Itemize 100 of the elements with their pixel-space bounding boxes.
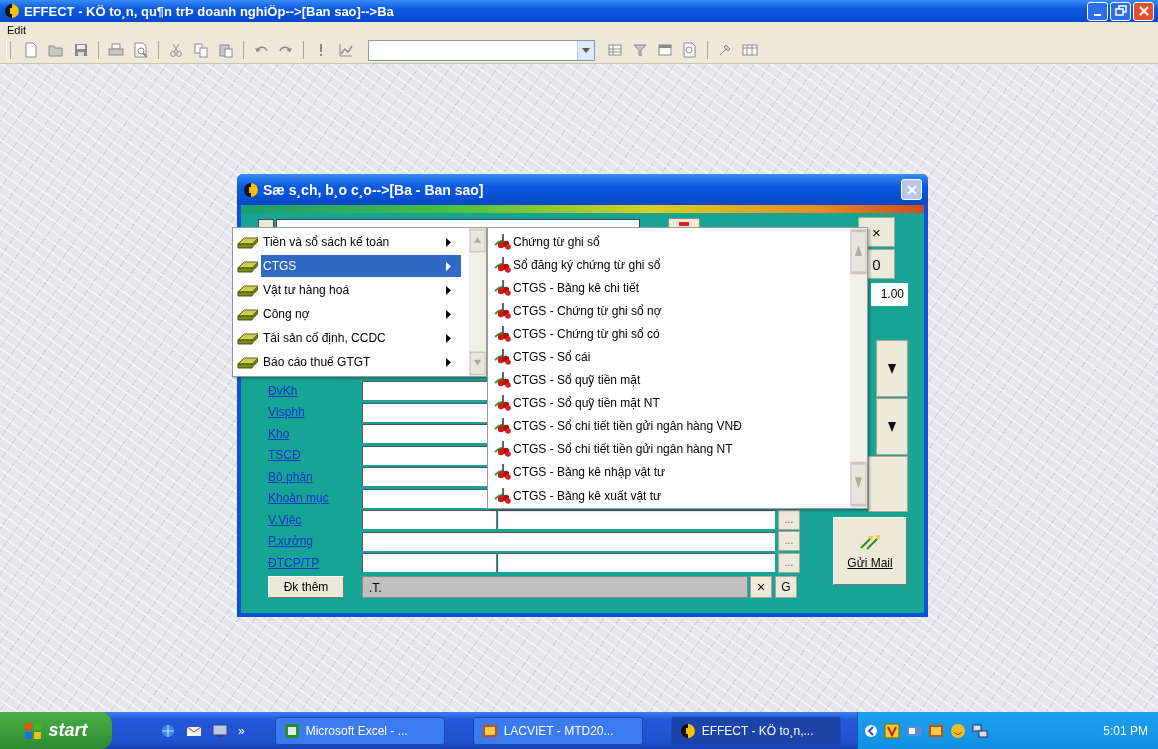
folder-icon[interactable] xyxy=(48,42,64,58)
spreadsheet-icon xyxy=(283,722,300,739)
menu-item[interactable]: CTGS - Sổ chi tiết tiền gửi ngân hàng NT xyxy=(513,442,733,457)
taskbar-button[interactable]: EFFECT - KÖ to¸n,... xyxy=(670,716,841,745)
scrollbar[interactable] xyxy=(469,228,486,376)
cherries-icon xyxy=(494,301,512,320)
menu-item[interactable]: CTGS - Chứng từ ghi sổ nợ xyxy=(513,303,662,318)
table-icon[interactable] xyxy=(742,42,758,58)
globe-icon[interactable] xyxy=(160,722,176,739)
dropdown-button[interactable] xyxy=(876,340,908,397)
close-button[interactable] xyxy=(901,179,922,200)
send-mail-button[interactable]: Gửi Mail xyxy=(833,517,907,585)
zoom-icon[interactable] xyxy=(682,42,698,58)
go-button[interactable]: G xyxy=(775,576,797,598)
rate-field[interactable]: 1.00 xyxy=(871,283,908,306)
menu-item[interactable]: CTGS - Sổ quỹ tiền mặt xyxy=(513,373,641,388)
desktop-icon[interactable] xyxy=(212,722,228,739)
add-condition-button[interactable]: Đk thêm xyxy=(268,576,344,598)
submenu-arrow-icon xyxy=(446,237,451,247)
cut-icon[interactable] xyxy=(168,42,184,58)
window-icon[interactable] xyxy=(657,42,673,58)
arrows-icon xyxy=(859,532,881,550)
dictionary-icon[interactable] xyxy=(927,722,944,739)
submenu-arrow-icon xyxy=(446,357,451,367)
printer-icon[interactable] xyxy=(108,42,124,58)
overflow-chevron[interactable]: » xyxy=(238,723,245,738)
input-field[interactable] xyxy=(362,531,775,551)
menu-item[interactable]: Báo cáo thuế GTGT xyxy=(261,351,461,373)
input-field[interactable] xyxy=(362,488,487,508)
menu-item[interactable]: Edit xyxy=(4,23,29,36)
taskbar-button[interactable]: LACVIET - MTD20... xyxy=(472,716,643,745)
browse-button[interactable]: ... xyxy=(778,552,800,573)
windows-logo-icon xyxy=(24,721,43,740)
network-icon[interactable] xyxy=(971,722,988,739)
close-icon xyxy=(905,183,918,196)
menu-item[interactable]: CTGS - Bảng kê xuất vật tư xyxy=(513,488,662,503)
browse-button[interactable]: ... xyxy=(778,531,800,552)
input-field[interactable] xyxy=(362,510,496,530)
save-icon[interactable] xyxy=(73,42,89,58)
tray-app-icon[interactable] xyxy=(883,722,900,739)
menu-item[interactable]: CTGS - Sổ quỹ tiền mặt NT xyxy=(513,396,660,411)
input-field[interactable] xyxy=(362,553,496,573)
input-field[interactable] xyxy=(362,467,487,487)
input-field[interactable] xyxy=(362,381,487,401)
menu-item[interactable]: Sổ đăng ký chứng từ ghi sổ xyxy=(513,257,661,272)
filter-field[interactable]: .T. xyxy=(362,576,748,598)
menu-item[interactable]: CTGS - Bảng kê nhập vật tư xyxy=(513,465,666,480)
scrollbar[interactable] xyxy=(850,228,867,508)
close-button[interactable] xyxy=(1133,1,1154,21)
preview-icon[interactable] xyxy=(133,42,149,58)
menu-item[interactable]: CTGS - Sổ chi tiết tiền gửi ngân hàng VNĐ xyxy=(513,419,742,434)
cherries-icon xyxy=(494,394,512,413)
menu-item[interactable]: CTGS - Bảng kê chi tiết xyxy=(513,280,640,295)
side-button[interactable] xyxy=(868,456,908,512)
menu-item[interactable]: Chứng từ ghi sổ xyxy=(513,234,600,249)
input-field[interactable] xyxy=(362,402,487,422)
menu-item[interactable]: CTGS - Chứng từ ghi sổ có xyxy=(513,326,660,341)
submenu-arrow-icon xyxy=(446,285,451,295)
dictionary-icon xyxy=(481,722,498,739)
menu-item[interactable]: Tiền và sổ sách kế toán xyxy=(261,231,461,253)
close-icon xyxy=(1136,4,1151,18)
smiley-icon[interactable] xyxy=(949,722,966,739)
input-field[interactable] xyxy=(362,424,487,444)
copy-icon[interactable] xyxy=(193,42,209,58)
input-field[interactable] xyxy=(497,553,775,573)
grid-icon[interactable] xyxy=(607,42,623,58)
paste-icon[interactable] xyxy=(218,42,234,58)
browse-button[interactable]: ... xyxy=(778,509,800,530)
submenu-arrow-icon xyxy=(446,333,451,343)
maximize-button[interactable] xyxy=(1110,1,1131,21)
filter-icon[interactable] xyxy=(632,42,648,58)
book-icon xyxy=(237,259,259,273)
menu-item[interactable]: Vật tư hàng hoá xyxy=(261,279,461,301)
cherries-icon xyxy=(494,324,512,343)
app-icon xyxy=(243,181,259,198)
book-icon xyxy=(237,283,259,297)
menu-item[interactable]: Tài sản cố định, CCDC xyxy=(261,327,461,349)
input-field[interactable] xyxy=(362,445,487,465)
dialog-title: Sæ s¸ch, b¸o c¸o-->[Ba - Ban sao] xyxy=(263,181,485,198)
menu-item[interactable]: CTGS - Sổ cái xyxy=(513,350,591,364)
clear-button[interactable]: × xyxy=(750,576,772,598)
new-document-icon[interactable] xyxy=(23,42,39,58)
clock: 5:01 PM xyxy=(1103,723,1148,738)
book-icon xyxy=(237,307,259,321)
cherries-icon xyxy=(494,463,512,482)
chart-icon[interactable] xyxy=(338,42,354,58)
cherries-icon xyxy=(494,348,512,366)
cherries-icon xyxy=(494,417,512,436)
dropdown-field[interactable] xyxy=(368,39,595,61)
app-icon xyxy=(4,3,20,19)
menu-item[interactable]: CTGS xyxy=(261,255,461,277)
minimize-button[interactable] xyxy=(1087,1,1108,21)
dropdown-button[interactable] xyxy=(876,398,908,455)
cherries-icon xyxy=(494,232,512,251)
menu-item[interactable]: Công nợ xyxy=(261,303,461,325)
book-icon xyxy=(237,355,259,369)
caret-icon xyxy=(888,363,896,374)
taskbar-button[interactable]: Microsoft Excel - ... xyxy=(274,716,445,745)
input-field[interactable] xyxy=(497,510,775,530)
tools-icon[interactable] xyxy=(717,42,733,58)
